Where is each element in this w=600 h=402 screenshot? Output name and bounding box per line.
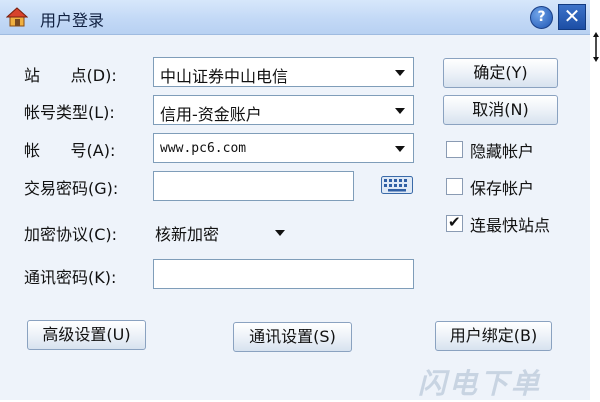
chevron-down-icon[interactable] bbox=[395, 146, 405, 152]
close-icon[interactable]: ✕ bbox=[558, 4, 586, 30]
keyboard-icon[interactable] bbox=[381, 176, 413, 194]
account-type-label: 帐号类型(L): bbox=[24, 103, 115, 122]
account-value: www.pc6.com bbox=[160, 141, 247, 156]
hide-account-checkbox[interactable] bbox=[446, 141, 463, 158]
save-account-label: 保存帐户 bbox=[470, 179, 535, 198]
title-bar[interactable]: 用户登录 ? ✕ bbox=[0, 0, 590, 35]
chevron-down-icon[interactable] bbox=[395, 70, 405, 76]
user-bind-button[interactable]: 用户绑定(B) bbox=[435, 321, 552, 351]
account-type-value: 信用-资金账户 bbox=[160, 105, 262, 124]
fastest-site-checkbox[interactable] bbox=[446, 213, 463, 232]
login-dialog: 用户登录 ? ✕ 站 点(D): 中山证券中山电信 帐号类型(L): 信用-资金… bbox=[0, 0, 590, 400]
advanced-settings-button[interactable]: 高级设置(U) bbox=[27, 320, 146, 350]
encryption-value: 核新加密 bbox=[155, 225, 220, 244]
account-combobox[interactable]: www.pc6.com bbox=[153, 133, 414, 163]
comm-settings-button[interactable]: 通讯设置(S) bbox=[233, 322, 352, 352]
cancel-button[interactable]: 取消(N) bbox=[443, 95, 558, 125]
trade-password-field[interactable] bbox=[153, 171, 354, 201]
watermark-text: 闪电下单 bbox=[418, 367, 543, 400]
hide-account-label: 隐藏帐户 bbox=[470, 142, 535, 161]
trade-password-label: 交易密码(G): bbox=[24, 179, 119, 198]
window-title: 用户登录 bbox=[40, 11, 105, 30]
save-account-checkbox[interactable] bbox=[446, 178, 463, 195]
site-select[interactable]: 中山证券中山电信 bbox=[153, 57, 414, 87]
comm-password-label: 通讯密码(K): bbox=[24, 268, 117, 287]
help-icon[interactable]: ? bbox=[530, 6, 553, 29]
site-label: 站 点(D): bbox=[24, 66, 117, 85]
encryption-select[interactable]: 核新加密 bbox=[153, 216, 297, 246]
site-value: 中山证券中山电信 bbox=[160, 67, 289, 86]
ok-button[interactable]: 确定(Y) bbox=[443, 58, 558, 88]
comm-password-field[interactable] bbox=[153, 259, 414, 289]
encryption-label: 加密协议(C): bbox=[24, 225, 118, 244]
chevron-down-icon[interactable] bbox=[395, 108, 405, 114]
resize-cursor-icon bbox=[593, 32, 599, 62]
fastest-site-label: 连最快站点 bbox=[470, 216, 551, 235]
account-label: 帐 号(A): bbox=[24, 141, 116, 160]
account-type-select[interactable]: 信用-资金账户 bbox=[153, 95, 414, 125]
chevron-down-icon[interactable] bbox=[275, 230, 285, 236]
house-icon bbox=[6, 7, 28, 27]
